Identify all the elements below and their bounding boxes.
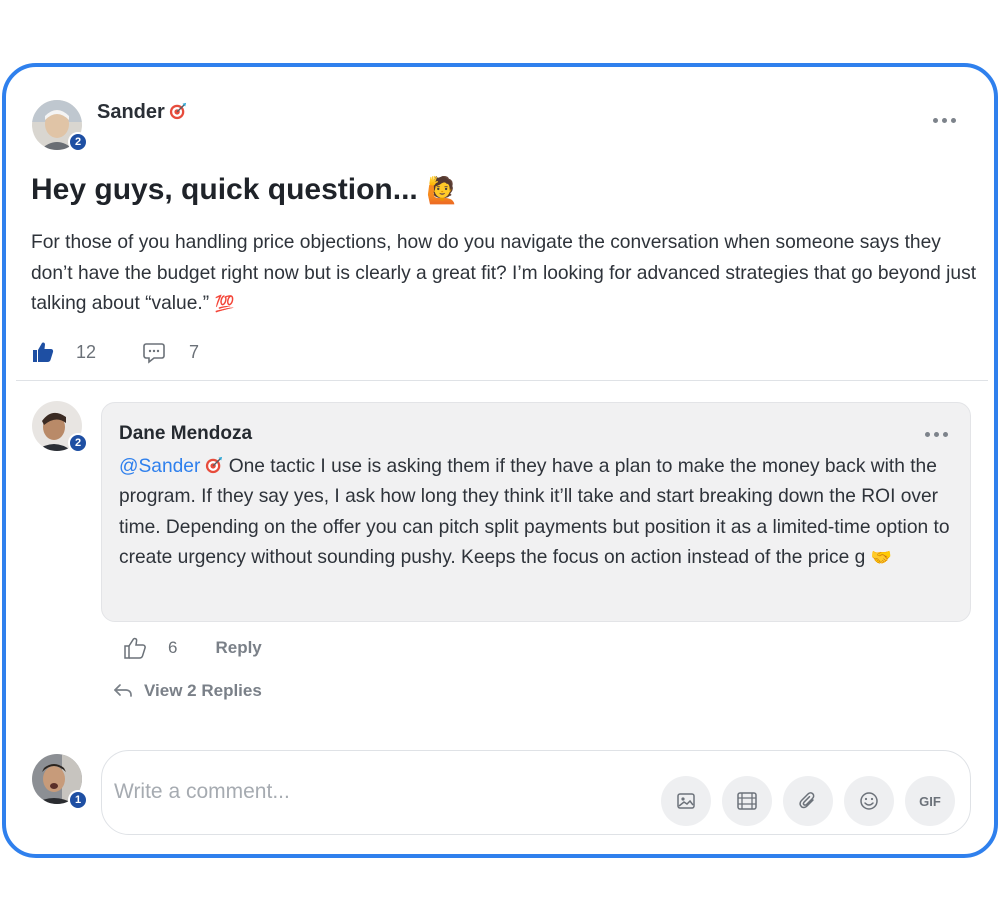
video-icon [737,792,757,810]
comment-actions: 6 Reply [123,633,262,663]
comment-like-count: 6 [168,638,178,657]
image-icon [677,793,695,809]
post-title-text: Hey guys, quick question... [31,173,418,206]
emoji-button[interactable] [844,776,894,826]
author-avatar[interactable]: 2 [32,100,88,152]
comment-author[interactable]: Dane Mendoza [119,423,252,445]
mention-link[interactable]: @Sander [119,456,200,477]
handshake-emoji: 🤝 [870,548,892,568]
post-more-icon[interactable] [933,118,956,123]
attach-button[interactable] [783,776,833,826]
post-body: For those of you handling price objectio… [31,228,981,321]
emoji-icon [860,792,878,810]
level-badge: 2 [68,433,88,453]
post-body-text: For those of you handling price objectio… [31,232,977,314]
post-author[interactable]: Sander [97,101,187,124]
level-badge: 2 [68,132,88,152]
comment-composer: GIF [101,750,971,835]
target-icon [169,102,186,120]
view-replies-button[interactable]: View 2 Replies [113,681,262,701]
comment-text: @Sander One tactic I use is asking them … [119,452,959,574]
comment-icon[interactable] [142,340,166,364]
current-user-avatar[interactable]: 1 [32,754,88,810]
comment-body-text: One tactic I use is asking them if they … [119,456,950,569]
commenter-avatar[interactable]: 2 [32,401,88,453]
like-outline-icon[interactable] [123,636,147,660]
post-title: Hey guys, quick question... 🙋 [31,173,458,207]
image-button[interactable] [661,776,711,826]
like-count: 12 [76,341,97,362]
comment-bubble: Dane Mendoza @Sander One tactic I use is… [101,402,971,622]
attach-icon [799,792,815,809]
hundred-emoji: 💯 [214,296,235,313]
post-card: 2 Sander Hey guys, quick question... 🙋 F… [2,63,998,858]
comment-count: 7 [189,341,200,362]
divider [16,380,988,381]
view-replies-label: View 2 Replies [144,681,262,700]
gif-button[interactable]: GIF [905,776,955,826]
post-author-name[interactable]: Sander [97,101,165,123]
video-button[interactable] [722,776,772,826]
post-reactions: 12 7 [31,337,199,367]
gif-icon: GIF [919,793,941,809]
comment-more-icon[interactable] [925,432,948,437]
level-badge: 1 [68,790,88,810]
raising-hand-emoji: 🙋 [426,175,459,205]
comment-input[interactable] [114,771,634,813]
reply-button[interactable]: Reply [215,638,261,658]
reply-arrow-icon [114,684,132,697]
target-icon [206,456,223,474]
like-icon[interactable] [31,340,55,364]
